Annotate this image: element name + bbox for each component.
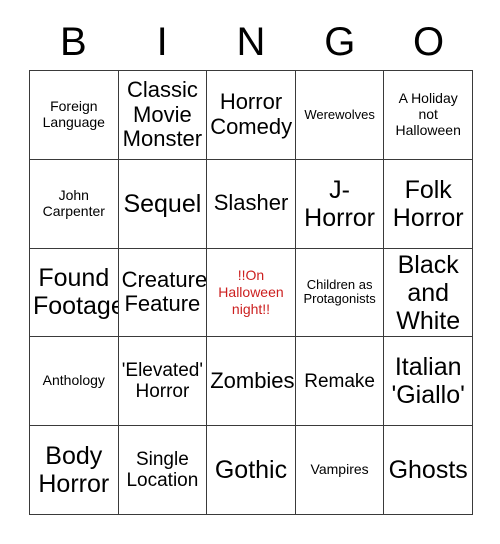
bingo-cell[interactable]: Children as Protagonists: [295, 248, 385, 338]
bingo-cell-label: Single Location: [126, 448, 199, 492]
bingo-header-letter-i: I: [156, 20, 168, 64]
bingo-cell[interactable]: Horror Comedy: [207, 71, 296, 160]
bingo-cell[interactable]: Remake: [295, 337, 385, 427]
bingo-cell[interactable]: John Carpenter: [30, 159, 119, 249]
bingo-cell[interactable]: Vampires: [295, 426, 385, 515]
bingo-cell[interactable]: Folk Horror: [384, 159, 473, 249]
bingo-cell-label: Sequel: [123, 189, 202, 218]
bingo-cell[interactable]: Sequel: [118, 159, 208, 249]
bingo-cell-label: Black and White: [396, 250, 461, 335]
bingo-cell-label: A Holiday not Halloween: [395, 90, 461, 138]
bingo-cell[interactable]: 'Elevated' Horror: [118, 337, 208, 427]
bingo-cell-label: Vampires: [310, 461, 369, 478]
bingo-cell[interactable]: Body Horror: [30, 426, 119, 515]
bingo-header: BINGO: [29, 14, 473, 70]
bingo-cell[interactable]: Classic Movie Monster: [118, 71, 208, 160]
bingo-cell-label: Anthology: [42, 372, 105, 389]
bingo-cell-label: Children as Protagonists: [303, 276, 376, 307]
bingo-cell[interactable]: Slasher: [207, 159, 296, 249]
bingo-cell[interactable]: Gothic: [207, 426, 296, 515]
bingo-cell-label: Slasher: [213, 190, 289, 216]
bingo-cell-label: 'Elevated' Horror: [121, 360, 203, 403]
bingo-cell[interactable]: Found Footage: [30, 248, 119, 338]
bingo-cell[interactable]: Black and White: [384, 248, 473, 338]
bingo-free-space-cell[interactable]: !!On Halloween night!!: [207, 248, 296, 338]
bingo-cell[interactable]: Creature Feature: [118, 248, 208, 338]
bingo-cell-label: Horror Comedy: [210, 89, 293, 139]
bingo-cell[interactable]: Foreign Language: [30, 71, 119, 160]
bingo-cell-label: Italian 'Giallo': [391, 353, 465, 410]
bingo-cell[interactable]: Single Location: [118, 426, 208, 515]
bingo-cell-label: Body Horror: [38, 442, 110, 499]
bingo-header-letter-b: B: [60, 20, 87, 64]
bingo-cell-label: John Carpenter: [42, 187, 105, 219]
bingo-cell-label: Found Footage: [33, 264, 119, 321]
bingo-cell-label: Classic Movie Monster: [122, 76, 203, 152]
bingo-cell[interactable]: Ghosts: [384, 426, 473, 515]
bingo-cell[interactable]: Anthology: [30, 337, 119, 427]
bingo-cell[interactable]: A Holiday not Halloween: [384, 71, 473, 160]
bingo-cell[interactable]: Italian 'Giallo': [384, 337, 473, 427]
bingo-cell[interactable]: J- Horror: [295, 159, 385, 249]
bingo-cell-label: !!On Halloween night!!: [218, 267, 284, 317]
bingo-cell-label: Foreign Language: [42, 98, 105, 130]
bingo-cell-label: Ghosts: [388, 456, 468, 485]
bingo-cell-label: Creature Feature: [121, 266, 208, 317]
bingo-grid: Foreign Language Classic Movie Monster Hor…: [29, 70, 473, 515]
bingo-cell-label: J- Horror: [304, 175, 376, 232]
bingo-card: B I N G O Foreign Language Classic Movie Mons…: [0, 0, 500, 544]
bingo-cell-label: Gothic: [214, 456, 288, 485]
bingo-header-letter-g: G: [324, 20, 356, 64]
bingo-cell[interactable]: Werewolves: [295, 71, 385, 160]
bingo-cell-label: Remake: [304, 370, 375, 392]
bingo-cell[interactable]: Zombies: [207, 337, 296, 427]
bingo-header-letter-o: O: [413, 20, 445, 64]
bingo-cell-label: Zombies: [210, 367, 295, 393]
bingo-cell-label: Folk Horror: [392, 175, 464, 232]
bingo-cell-label: Werewolves: [304, 106, 375, 122]
bingo-header-letter-n: N: [236, 20, 266, 64]
